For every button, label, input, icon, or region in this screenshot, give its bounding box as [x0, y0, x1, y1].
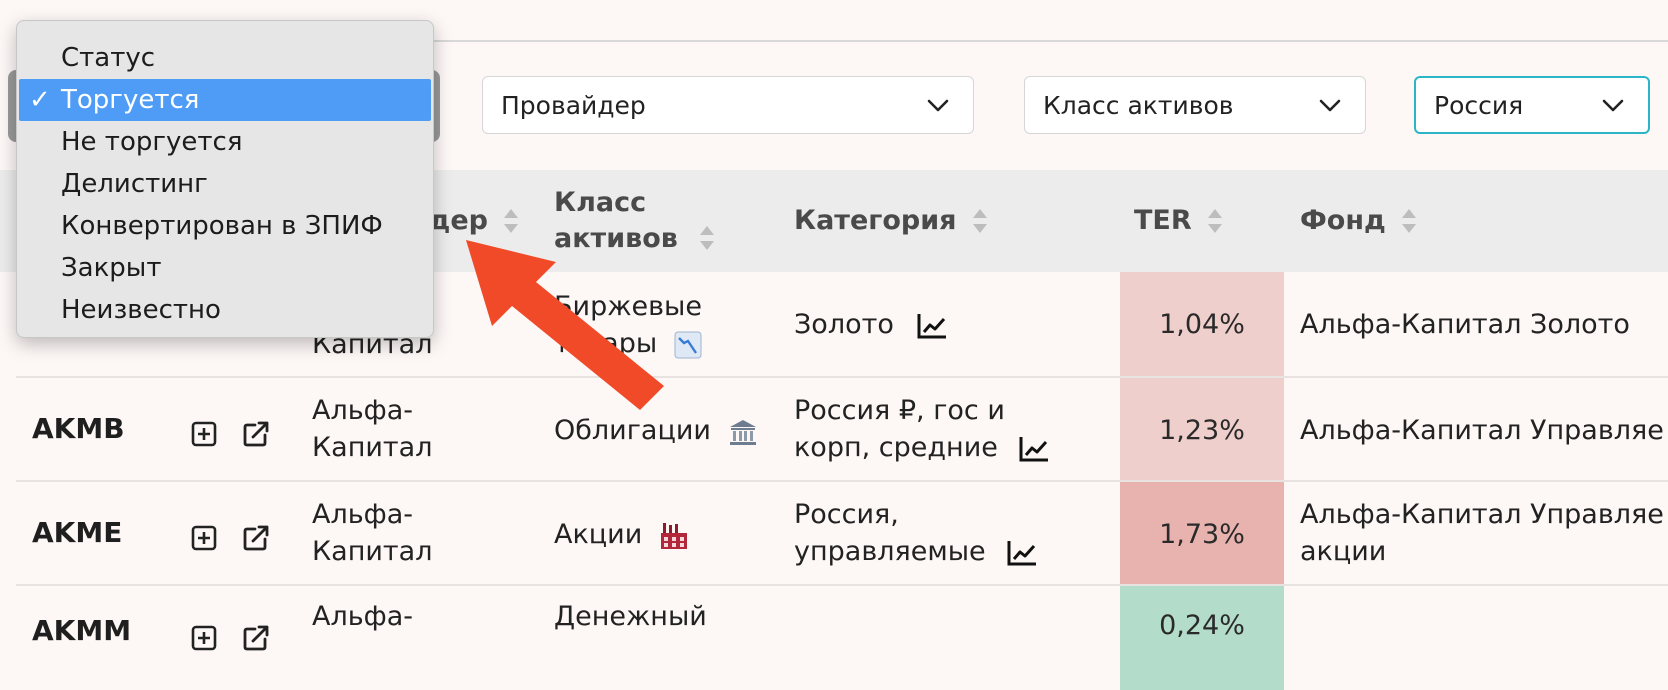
column-header-category-label: Категория: [794, 205, 957, 236]
status-option-not-trading[interactable]: Не торгуется: [19, 121, 431, 163]
asset-class-select[interactable]: Класс активов: [1024, 76, 1366, 134]
row-category: Россия ₽, гос и корп, средние: [794, 392, 1084, 466]
row-fund[interactable]: Альфа-Капитал Управляе акции: [1300, 496, 1668, 570]
row-divider: [16, 584, 1668, 586]
status-option-trading[interactable]: ✓ Торгуется: [19, 79, 431, 121]
plus-square-icon[interactable]: [190, 420, 218, 448]
row-actions: [190, 518, 271, 555]
line-chart-icon[interactable]: [916, 312, 948, 340]
option-label: Делистинг: [61, 169, 208, 199]
row-ticker[interactable]: AKME: [32, 516, 122, 549]
row-actions: [190, 618, 271, 655]
status-option-converted[interactable]: Конвертирован в ЗПИФ: [19, 205, 431, 247]
sort-icon[interactable]: [971, 206, 989, 236]
status-option-closed[interactable]: Закрыт: [19, 247, 431, 289]
external-link-icon[interactable]: [241, 419, 271, 449]
ter-value: 1,73%: [1159, 518, 1245, 550]
ter-cell: 1,23%: [1120, 378, 1284, 482]
row-ticker[interactable]: AKMM: [32, 614, 131, 647]
column-header-category[interactable]: Категория: [794, 170, 1074, 272]
sort-icon[interactable]: [698, 223, 716, 253]
plus-square-icon[interactable]: [190, 624, 218, 652]
row-provider: Альфа-Капитал: [312, 395, 433, 463]
country-select-value: Россия: [1434, 90, 1524, 120]
option-label: Не торгуется: [61, 127, 243, 157]
row-category: Золото: [794, 306, 948, 343]
asset-class-text: Облигации: [554, 415, 711, 446]
factory-icon: [660, 522, 687, 549]
column-header-fund-label: Фонд: [1300, 205, 1386, 236]
check-icon: ✓: [29, 85, 51, 115]
row-asset-class: Облигации: [554, 412, 758, 449]
row-asset-class: Биржевые товары: [554, 288, 754, 362]
column-header-asset-class-label: Класс активов: [554, 187, 678, 254]
line-chart-icon[interactable]: [1018, 435, 1050, 463]
chart-decreasing-icon: [674, 331, 702, 358]
status-option-status[interactable]: Статус: [19, 37, 431, 79]
ter-value: 0,24%: [1159, 610, 1245, 641]
chevron-down-icon: [927, 99, 949, 112]
column-header-fund[interactable]: Фонд: [1300, 170, 1500, 272]
external-link-icon[interactable]: [241, 523, 271, 553]
status-option-unknown[interactable]: Неизвестно: [19, 289, 431, 331]
classical-building-icon: [729, 419, 756, 445]
top-divider: [430, 40, 1668, 42]
external-link-icon[interactable]: [241, 623, 271, 653]
column-header-ter[interactable]: TER: [1134, 170, 1274, 272]
ter-cell: 1,04%: [1120, 272, 1284, 376]
row-actions: [190, 414, 271, 451]
row-divider: [16, 480, 1668, 482]
column-header-ter-label: TER: [1134, 205, 1192, 236]
row-fund[interactable]: Альфа-Капитал Управляе: [1300, 412, 1664, 449]
row-asset-class: Денежный: [554, 601, 707, 632]
provider-select-value: Провайдер: [501, 90, 646, 120]
sort-icon[interactable]: [1400, 206, 1418, 236]
row-provider: Альфа-Капитал: [312, 499, 433, 567]
country-select[interactable]: Россия: [1414, 76, 1650, 134]
sort-icon[interactable]: [502, 206, 520, 236]
row-fund[interactable]: Альфа-Капитал Золото: [1300, 306, 1630, 343]
column-header-provider-label: дер: [428, 205, 488, 236]
category-text: Россия ₽, гос и корп, средние: [794, 395, 1005, 463]
option-label: Торгуется: [61, 85, 200, 115]
ter-value: 1,04%: [1159, 308, 1245, 340]
option-label: Статус: [61, 43, 156, 73]
ter-cell: 0,24%: [1120, 586, 1284, 690]
plus-square-icon[interactable]: [190, 524, 218, 552]
option-label: Закрыт: [61, 253, 162, 283]
option-label: Неизвестно: [61, 295, 221, 325]
option-label: Конвертирован в ЗПИФ: [61, 211, 383, 241]
ter-cell: 1,73%: [1120, 482, 1284, 586]
row-category: Россия, управляемые: [794, 496, 1064, 570]
row-ticker[interactable]: AKMB: [32, 412, 125, 445]
category-text: Золото: [794, 309, 894, 340]
asset-class-text: Акции: [554, 519, 643, 550]
chevron-down-icon: [1319, 99, 1341, 112]
category-text: Россия, управляемые: [794, 499, 986, 567]
row-asset-class: Акции: [554, 516, 689, 553]
provider-select[interactable]: Провайдер: [482, 76, 974, 134]
line-chart-icon[interactable]: [1006, 539, 1038, 567]
sort-icon[interactable]: [1206, 206, 1224, 236]
column-header-asset-class[interactable]: Класс активов: [554, 170, 754, 272]
status-option-delisting[interactable]: Делистинг: [19, 163, 431, 205]
ter-value: 1,23%: [1159, 414, 1245, 446]
row-provider: Альфа-: [312, 601, 414, 632]
asset-class-select-value: Класс активов: [1043, 90, 1234, 120]
chevron-down-icon: [1602, 99, 1624, 112]
status-dropdown-menu[interactable]: Статус ✓ Торгуется Не торгуется Делистин…: [16, 20, 434, 338]
row-divider: [16, 376, 1668, 378]
